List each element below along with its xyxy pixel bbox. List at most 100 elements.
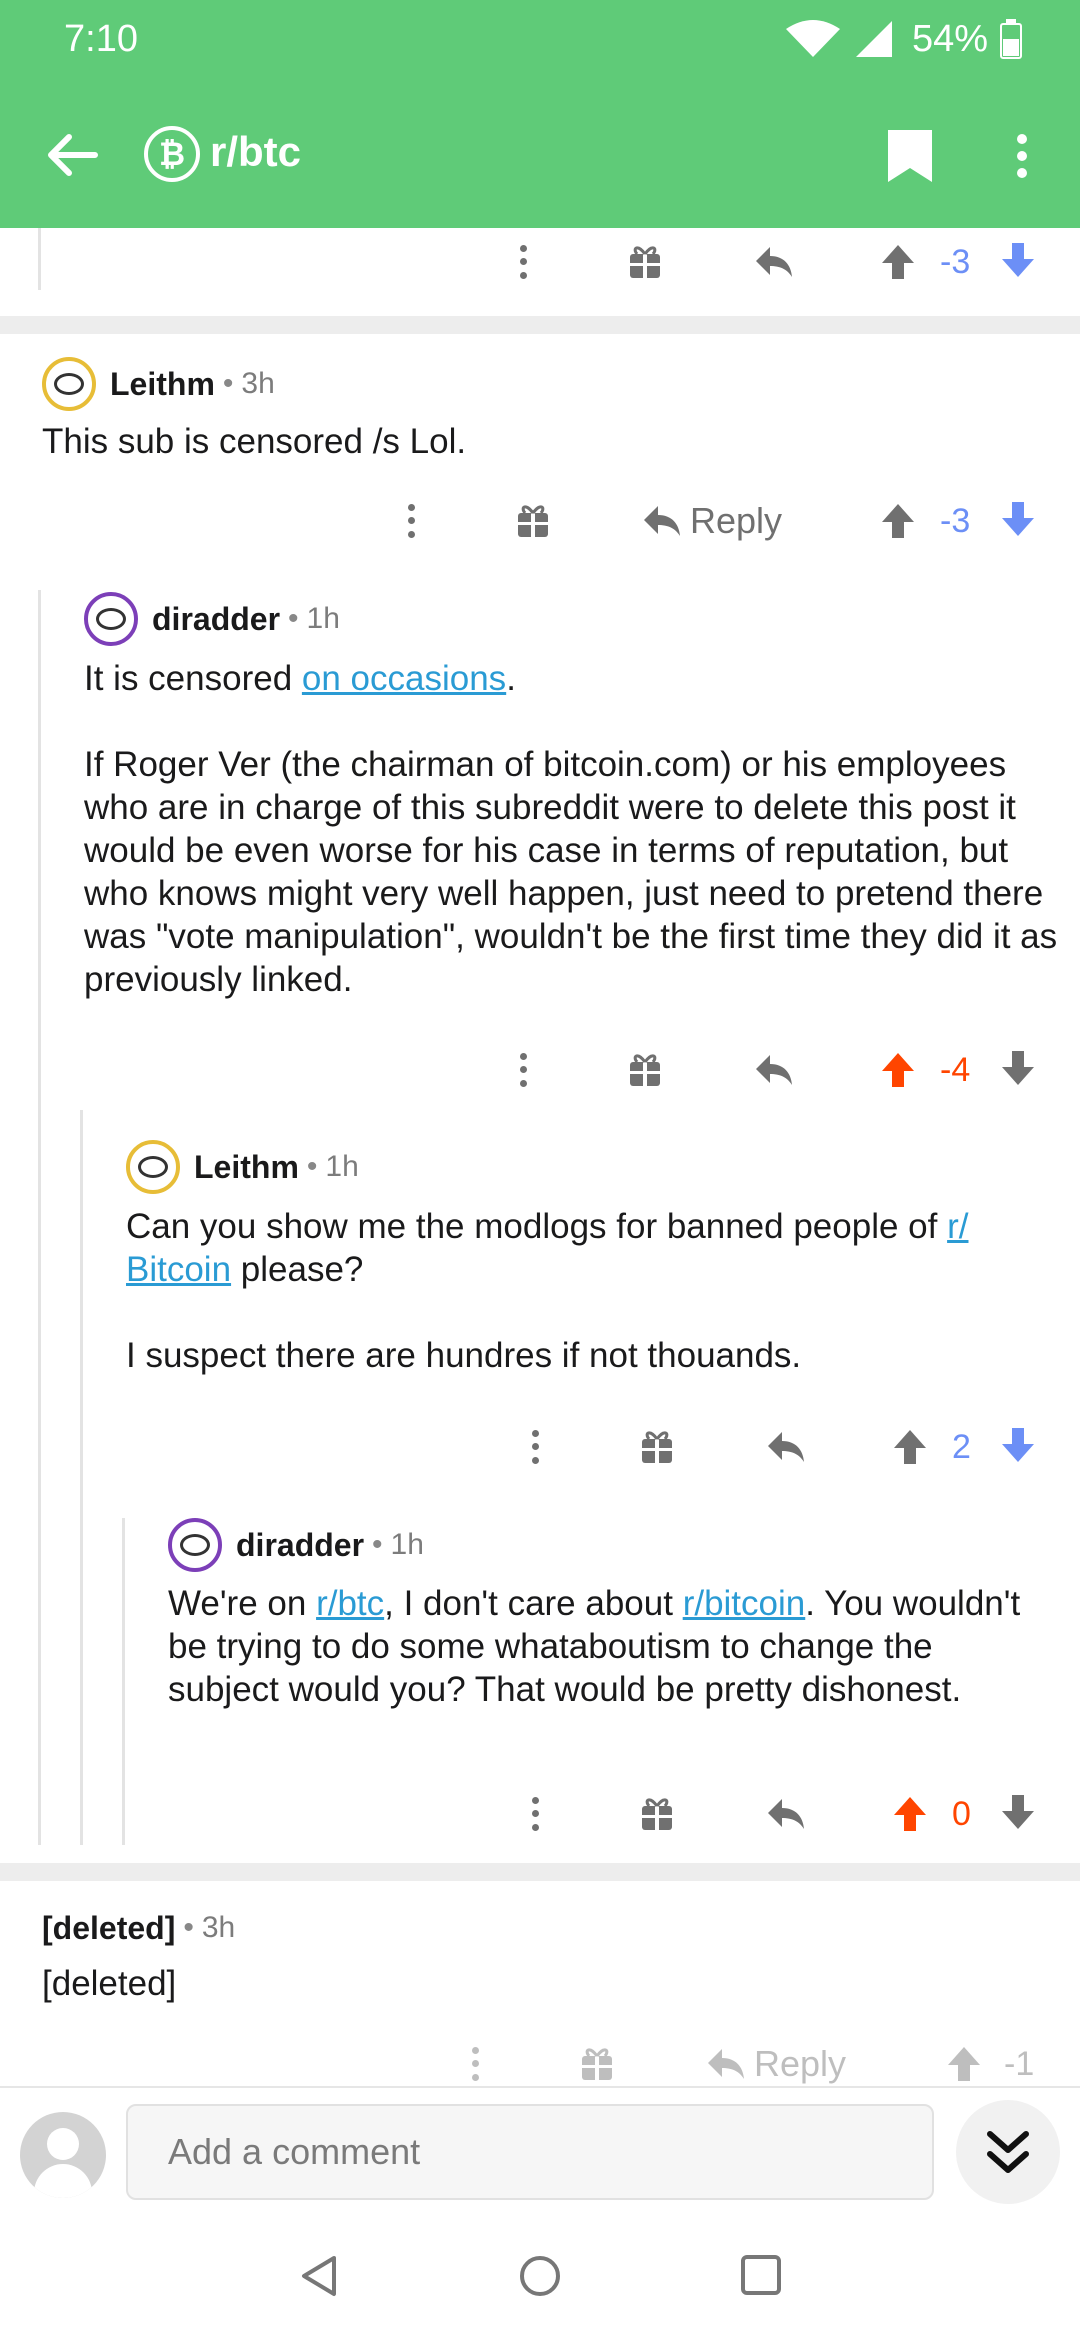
gift-icon xyxy=(518,505,548,537)
comment-text: This sub is censored /s Lol. xyxy=(42,422,467,461)
subreddit-title[interactable]: r/btc xyxy=(210,128,301,176)
gift-icon xyxy=(630,1054,660,1086)
comment-text: . xyxy=(506,659,516,698)
overflow-menu-button[interactable] xyxy=(1000,124,1044,188)
reply-button[interactable]: Reply xyxy=(706,2034,846,2094)
comment-link[interactable]: on occasions xyxy=(302,659,506,698)
toolbar: ₿ r/btc xyxy=(0,100,1080,210)
comment-time: 3h xyxy=(201,1911,236,1944)
comment-body: This sub is censored /s Lol. xyxy=(42,420,1042,463)
comment-more-button[interactable] xyxy=(516,1040,530,1100)
username[interactable]: Leithm xyxy=(194,1149,299,1186)
reply-label: Reply xyxy=(754,2043,847,2084)
vote-score: 2 xyxy=(952,1427,971,1466)
comment-header: diradder • 1h xyxy=(84,592,340,646)
gift-icon xyxy=(582,2048,612,2080)
reply-button[interactable]: Reply xyxy=(642,491,782,551)
avatar[interactable] xyxy=(42,357,96,411)
comment-text: , I don't care about xyxy=(384,1584,683,1623)
vote-score: -3 xyxy=(940,501,971,540)
downvote-arrow-icon xyxy=(1002,502,1034,536)
upvote-button[interactable] xyxy=(892,1784,928,1844)
comment-body: Can you show me the modlogs for banned p… xyxy=(126,1205,1026,1377)
reply-button[interactable] xyxy=(754,232,794,292)
comment-link[interactable]: r/ xyxy=(947,1207,968,1246)
nav-home-icon[interactable] xyxy=(518,2254,562,2298)
comment-more-button[interactable] xyxy=(528,1784,542,1844)
comment-link[interactable]: r/bitcoin xyxy=(683,1584,806,1623)
downvote-button[interactable] xyxy=(1000,1417,1036,1477)
nav-back-icon[interactable] xyxy=(298,2254,340,2298)
upvote-arrow-icon xyxy=(882,1053,914,1087)
comment-body: [deleted] xyxy=(42,1962,1042,2005)
downvote-button[interactable] xyxy=(1000,1784,1036,1844)
signal-icon xyxy=(855,21,892,57)
award-button[interactable] xyxy=(640,1784,674,1844)
username[interactable]: diradder xyxy=(152,601,280,638)
award-button[interactable] xyxy=(628,232,662,292)
thread-line xyxy=(38,590,41,1845)
username[interactable]: diradder xyxy=(236,1527,364,1564)
comment-time: 1h xyxy=(390,1528,424,1561)
comment-more-button[interactable] xyxy=(468,2034,482,2094)
comment-link[interactable]: Bitcoin xyxy=(126,1250,231,1289)
username[interactable]: Leithm xyxy=(110,366,215,403)
comment-body: We're on r/btc, I don't care about r/bit… xyxy=(168,1582,1048,1711)
reply-label: Reply xyxy=(690,500,783,541)
award-button[interactable] xyxy=(640,1417,674,1477)
collapse-button[interactable] xyxy=(956,2100,1060,2204)
award-button[interactable] xyxy=(628,1040,662,1100)
add-comment-input[interactable]: Add a comment xyxy=(126,2104,934,2200)
comment-text: please? xyxy=(231,1250,364,1289)
avatar[interactable] xyxy=(168,1518,222,1572)
avatar[interactable] xyxy=(126,1140,180,1194)
reply-icon xyxy=(756,247,792,277)
avatar[interactable] xyxy=(84,592,138,646)
upvote-button[interactable] xyxy=(946,2034,982,2094)
downvote-button[interactable] xyxy=(1000,491,1036,551)
reply-button[interactable] xyxy=(766,1784,806,1844)
comment-time: 1h xyxy=(306,602,340,635)
reply-icon xyxy=(708,2049,744,2079)
nav-recents-icon[interactable] xyxy=(740,2254,782,2296)
battery-percent: 54% xyxy=(911,17,988,60)
comment-more-button[interactable] xyxy=(528,1417,542,1477)
reply-icon xyxy=(768,1799,804,1829)
upvote-button[interactable] xyxy=(880,232,916,292)
upvote-arrow-icon xyxy=(882,504,914,538)
comment-composer: Add a comment xyxy=(0,2086,1080,2220)
reply-icon xyxy=(756,1055,792,1085)
status-bar: 7:10 54% xyxy=(0,0,1080,80)
bookmark-button[interactable] xyxy=(880,124,940,188)
separator-dot: • xyxy=(222,367,234,400)
vote-score: -4 xyxy=(940,1050,971,1089)
comment-more-button[interactable] xyxy=(404,491,418,551)
comment-action-bar: -4 xyxy=(0,1040,1080,1100)
app-root: 7:10 54% ₿ r/btc -3 Leithm • 3h This sub is xyxy=(0,0,1080,2340)
back-button[interactable] xyxy=(40,122,106,188)
comment-header: Leithm • 1h xyxy=(126,1140,359,1194)
downvote-arrow-icon xyxy=(1002,243,1034,277)
comment-time: 1h xyxy=(325,1150,359,1183)
reply-button[interactable] xyxy=(754,1040,794,1100)
award-button[interactable] xyxy=(580,2034,614,2094)
downvote-button[interactable] xyxy=(1000,232,1036,292)
separator-dot: • xyxy=(372,1528,383,1561)
award-button[interactable] xyxy=(516,491,550,551)
username[interactable]: [deleted] xyxy=(42,1910,175,1947)
double-chevron-down-icon xyxy=(987,2131,1029,2173)
user-avatar[interactable] xyxy=(20,2112,106,2198)
downvote-button[interactable] xyxy=(1000,1040,1036,1100)
reply-icon xyxy=(644,506,680,536)
comment-header: Leithm • 3h xyxy=(42,357,275,411)
reply-button[interactable] xyxy=(766,1417,806,1477)
comment-link[interactable]: r/btc xyxy=(316,1584,384,1623)
upvote-button[interactable] xyxy=(892,1417,928,1477)
thread-line xyxy=(80,1110,83,1845)
comment-paragraph: This sub is censored /s Lol. xyxy=(42,420,1042,463)
upvote-button[interactable] xyxy=(880,491,916,551)
bookmark-icon xyxy=(888,130,932,182)
comment-more-button[interactable] xyxy=(516,232,530,292)
comment-action-bar: Reply -1 xyxy=(0,2034,1080,2094)
upvote-button[interactable] xyxy=(880,1040,916,1100)
